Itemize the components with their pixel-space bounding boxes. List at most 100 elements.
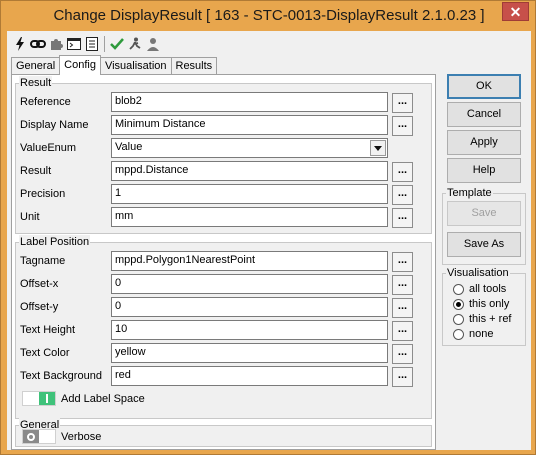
tab-results[interactable]: Results — [170, 57, 218, 75]
radio-button[interactable] — [453, 328, 464, 340]
radio-button-selected[interactable] — [453, 298, 464, 310]
value-enum-selected: Value — [115, 141, 143, 153]
tagname-row: Tagname mppd.Polygon1NearestPoint ... — [16, 251, 431, 272]
toggle-on-icon — [39, 392, 55, 405]
radio-this-plus-ref-label: this + ref — [469, 313, 512, 325]
text-height-field[interactable]: 10 — [111, 320, 388, 340]
toggle-off-icon — [23, 430, 39, 443]
verbose-switch[interactable] — [22, 429, 56, 444]
display-name-browse-button[interactable]: ... — [392, 116, 413, 136]
tab-config[interactable]: Config — [59, 55, 101, 75]
label-position-group-title: Label Position — [19, 235, 91, 249]
lightning-icon[interactable] — [11, 35, 29, 53]
text-color-browse-button[interactable]: ... — [392, 344, 413, 364]
unit-field[interactable]: mm — [111, 207, 388, 227]
offset-y-label: Offset-y — [20, 301, 59, 313]
help-button[interactable]: Help — [447, 158, 521, 183]
link-icon[interactable] — [29, 35, 47, 53]
offset-x-label: Offset-x — [20, 278, 59, 290]
text-background-browse-button[interactable]: ... — [392, 367, 413, 387]
reference-field[interactable]: blob2 — [111, 92, 388, 112]
offset-x-field[interactable]: 0 — [111, 274, 388, 294]
text-height-row: Text Height 10 ... — [16, 320, 431, 341]
tab-general[interactable]: General — [11, 57, 61, 75]
value-enum-row: ValueEnum Value — [16, 138, 431, 159]
console-icon[interactable] — [65, 35, 83, 53]
offset-y-field[interactable]: 0 — [111, 297, 388, 317]
label-position-group: Label Position Tagname mppd.Polygon1Near… — [15, 235, 432, 419]
text-height-label: Text Height — [20, 324, 76, 336]
visualisation-group: Visualisation all tools this only this +… — [442, 266, 526, 346]
reference-label: Reference — [20, 96, 71, 108]
radio-none-label: none — [469, 328, 494, 340]
radio-this-only-label: this only — [469, 298, 510, 310]
display-name-row: Display Name Minimum Distance ... — [16, 115, 431, 136]
unit-label: Unit — [20, 211, 40, 223]
run-icon[interactable] — [126, 35, 144, 53]
radio-button[interactable] — [453, 313, 464, 325]
tagname-field[interactable]: mppd.Polygon1NearestPoint — [111, 251, 388, 271]
add-label-space-switch[interactable] — [22, 391, 56, 406]
tagname-label: Tagname — [20, 255, 66, 267]
general-group: General Verbose — [15, 418, 432, 447]
radio-all-tools-label: all tools — [469, 283, 507, 295]
add-label-space-toggle[interactable]: Add Label Space — [22, 391, 145, 406]
unit-row: Unit mm ... — [16, 207, 431, 228]
precision-field[interactable]: 1 — [111, 184, 388, 204]
toolbar-separator — [104, 36, 105, 52]
text-color-field[interactable]: yellow — [111, 343, 388, 363]
result-label: Result — [20, 165, 52, 177]
offset-y-browse-button[interactable]: ... — [392, 298, 413, 318]
notes-icon[interactable] — [83, 35, 101, 53]
radio-this-only[interactable]: this only — [453, 297, 509, 311]
display-name-label: Display Name — [20, 119, 89, 131]
precision-browse-button[interactable]: ... — [392, 185, 413, 205]
template-save-button[interactable]: Save — [447, 201, 521, 226]
text-background-label: Text Background — [20, 370, 102, 382]
tagname-browse-button[interactable]: ... — [392, 252, 413, 272]
text-color-label: Text Color — [20, 347, 70, 359]
dialog-window: Change DisplayResult [ 163 - STC-0013-Di… — [0, 0, 536, 455]
text-color-row: Text Color yellow ... — [16, 343, 431, 364]
dialog-client-area: General Config Visualisation Results Res… — [7, 31, 531, 450]
close-button[interactable]: ✕ — [502, 2, 529, 21]
radio-all-tools[interactable]: all tools — [453, 282, 506, 296]
template-group-title: Template — [446, 186, 493, 200]
text-height-browse-button[interactable]: ... — [392, 321, 413, 341]
value-enum-label: ValueEnum — [20, 142, 77, 154]
window-title: Change DisplayResult [ 163 - STC-0013-Di… — [53, 7, 485, 24]
checkmark-icon[interactable] — [108, 35, 126, 53]
add-label-space-label: Add Label Space — [61, 392, 145, 405]
config-panel: Result Reference blob2 ... Display Name … — [11, 74, 436, 450]
toolbar — [11, 34, 162, 54]
precision-label: Precision — [20, 188, 66, 200]
verbose-label: Verbose — [61, 430, 102, 443]
cancel-button[interactable]: Cancel — [447, 102, 521, 127]
template-save-as-button[interactable]: Save As — [447, 232, 521, 257]
display-name-field[interactable]: Minimum Distance — [111, 115, 388, 135]
precision-row: Precision 1 ... — [16, 184, 431, 205]
unit-browse-button[interactable]: ... — [392, 208, 413, 228]
result-field[interactable]: mppd.Distance — [111, 161, 388, 181]
tab-visualisation[interactable]: Visualisation — [99, 57, 172, 75]
chevron-down-icon[interactable] — [370, 140, 386, 156]
ok-button[interactable]: OK — [447, 74, 521, 99]
puzzle-icon[interactable] — [47, 35, 65, 53]
reference-row: Reference blob2 ... — [16, 92, 431, 113]
text-background-field[interactable]: red — [111, 366, 388, 386]
result-row: Result mppd.Distance ... — [16, 161, 431, 182]
offset-y-row: Offset-y 0 ... — [16, 297, 431, 318]
offset-x-row: Offset-x 0 ... — [16, 274, 431, 295]
apply-button[interactable]: Apply — [447, 130, 521, 155]
person-icon[interactable] — [144, 35, 162, 53]
verbose-toggle[interactable]: Verbose — [22, 429, 101, 444]
offset-x-browse-button[interactable]: ... — [392, 275, 413, 295]
tab-strip: General Config Visualisation Results — [11, 55, 218, 75]
radio-this-plus-ref[interactable]: this + ref — [453, 312, 512, 326]
radio-button[interactable] — [453, 283, 464, 295]
value-enum-select[interactable]: Value — [111, 138, 388, 158]
result-browse-button[interactable]: ... — [392, 162, 413, 182]
radio-none[interactable]: none — [453, 327, 493, 341]
reference-browse-button[interactable]: ... — [392, 93, 413, 113]
visualisation-group-title: Visualisation — [446, 266, 510, 280]
